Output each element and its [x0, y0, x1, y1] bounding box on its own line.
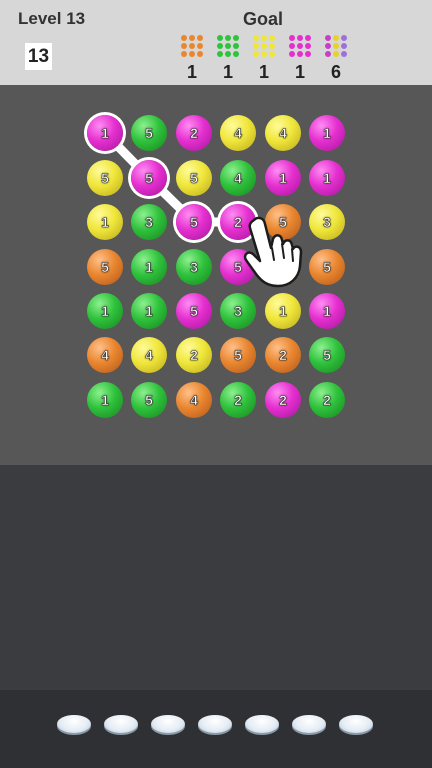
ball-green-2[interactable]: 2 [220, 382, 256, 418]
pointing-hand-icon [243, 216, 303, 288]
ball-green-4[interactable]: 4 [220, 160, 256, 196]
ball-yellow-1[interactable]: 1 [265, 293, 301, 329]
ball-green-3[interactable]: 3 [176, 249, 212, 285]
ball-magenta-2[interactable]: 2 [176, 115, 212, 151]
ball-orange-4[interactable]: 4 [176, 382, 212, 418]
ball-magenta-1[interactable]: 1 [309, 293, 345, 329]
ball-yellow-4[interactable]: 4 [265, 115, 301, 151]
ball-yellow-5[interactable]: 5 [176, 160, 212, 196]
ball-green-3[interactable]: 3 [220, 293, 256, 329]
ball-magenta-1[interactable]: 1 [309, 160, 345, 196]
ball-green-2[interactable]: 2 [309, 382, 345, 418]
ball-yellow-4[interactable]: 4 [220, 115, 256, 151]
ball-green-5[interactable]: 5 [131, 115, 167, 151]
ball-magenta-5[interactable]: 5 [176, 204, 212, 240]
ball-yellow-2[interactable]: 2 [176, 337, 212, 373]
tray-slot [151, 715, 185, 733]
tray-slot [339, 715, 373, 733]
ball-magenta-2[interactable]: 2 [265, 382, 301, 418]
ball-magenta-5[interactable]: 5 [176, 293, 212, 329]
ball-yellow-4[interactable]: 4 [131, 337, 167, 373]
selection-line [100, 128, 243, 227]
ball-yellow-3[interactable]: 3 [309, 204, 345, 240]
ball-yellow-5[interactable]: 5 [87, 160, 123, 196]
tray-slot [198, 715, 232, 733]
ball-green-5[interactable]: 5 [131, 382, 167, 418]
ball-orange-5[interactable]: 5 [87, 249, 123, 285]
ball-orange-4[interactable]: 4 [87, 337, 123, 373]
ball-green-1[interactable]: 1 [87, 293, 123, 329]
ball-green-1[interactable]: 1 [131, 293, 167, 329]
tray-slot [245, 715, 279, 733]
ball-magenta-1[interactable]: 1 [265, 160, 301, 196]
ball-green-5[interactable]: 5 [309, 337, 345, 373]
ball-green-3[interactable]: 3 [131, 204, 167, 240]
ball-magenta-1[interactable]: 1 [87, 115, 123, 151]
ball-orange-5[interactable]: 5 [309, 249, 345, 285]
ball-orange-5[interactable]: 5 [220, 337, 256, 373]
ball-magenta-5[interactable]: 5 [131, 160, 167, 196]
tray-slot [292, 715, 326, 733]
ball-yellow-1[interactable]: 1 [87, 204, 123, 240]
tray-slot [104, 715, 138, 733]
tray-slot [57, 715, 91, 733]
ball-orange-2[interactable]: 2 [265, 337, 301, 373]
ball-green-1[interactable]: 1 [87, 382, 123, 418]
ball-green-1[interactable]: 1 [131, 249, 167, 285]
selection-path [100, 128, 243, 227]
ball-magenta-1[interactable]: 1 [309, 115, 345, 151]
